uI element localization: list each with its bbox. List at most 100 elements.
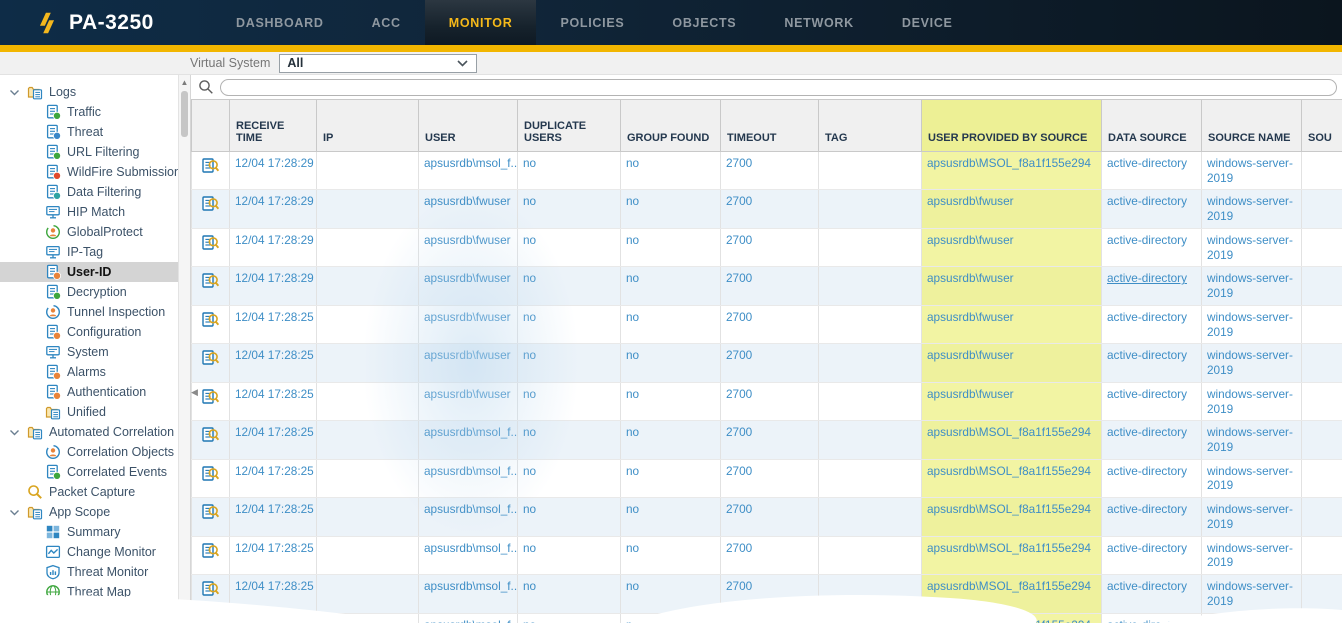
sidebar-item-tunnel-inspection[interactable]: Tunnel Inspection (0, 302, 178, 322)
tree-expand-chevron-icon[interactable] (9, 87, 20, 98)
cell-source-name: windows-server-2019 (1202, 498, 1302, 536)
log-detail-icon[interactable] (202, 427, 220, 443)
sidebar-item-data-filtering[interactable]: Data Filtering (0, 182, 178, 202)
column-header-sou[interactable]: SOU (1302, 100, 1342, 152)
cell-sou (1302, 421, 1342, 459)
cell-duplicate-users: no (518, 613, 621, 623)
tab-objects[interactable]: OBJECTS (648, 0, 760, 45)
sidebar-collapse-handle[interactable]: ◀ (191, 381, 199, 403)
sidebar-item-decryption[interactable]: Decryption (0, 282, 178, 302)
log-detail-icon[interactable] (202, 504, 220, 520)
tab-dashboard[interactable]: DASHBOARD (212, 0, 348, 45)
column-header-detail[interactable] (192, 100, 230, 152)
sidebar-item-alarms[interactable]: Alarms (0, 362, 178, 382)
cell-user: apsusrdb\fwuser (419, 190, 518, 228)
data-source-value[interactable]: active-directory (1107, 464, 1187, 478)
sidebar-item-packet-capture[interactable]: Packet Capture (0, 482, 178, 502)
data-source-value[interactable]: active-directory (1107, 502, 1187, 516)
sidebar-item-logs[interactable]: Logs (0, 82, 178, 102)
sidebar-item-authentication[interactable]: Authentication (0, 382, 178, 402)
sidebar-item-app-scope[interactable]: App Scope (0, 502, 178, 522)
tab-monitor[interactable]: MONITOR (425, 0, 537, 45)
sidebar-item-globalprotect[interactable]: GlobalProtect (0, 222, 178, 242)
data-source-value[interactable]: active-directory (1107, 271, 1187, 285)
column-header-group-found[interactable]: GROUP FOUND (621, 100, 721, 152)
sidebar-item-change-monitor[interactable]: Change Monitor (0, 542, 178, 562)
sidebar-item-hip-match[interactable]: HIP Match (0, 202, 178, 222)
scrollbar-thumb[interactable] (181, 91, 188, 137)
scrollbar-up-arrow[interactable]: ▲ (179, 75, 190, 89)
sidebar-item-traffic[interactable]: Traffic (0, 102, 178, 122)
sidebar-item-configuration[interactable]: Configuration (0, 322, 178, 342)
column-header-receive-time[interactable]: RECEIVE TIME (230, 100, 317, 152)
sidebar-item-automated-correlation-eng[interactable]: Automated Correlation Eng (0, 422, 178, 442)
sidebar-item-label: Correlated Events (67, 465, 167, 479)
sidebar-item-url-filtering[interactable]: URL Filtering (0, 142, 178, 162)
sidebar-item-unified[interactable]: Unified (0, 402, 178, 422)
sidebar-item-label: HIP Match (67, 205, 125, 219)
column-header-user[interactable]: USER (419, 100, 518, 152)
cell-data-source: active-directory (1102, 575, 1202, 613)
sidebar-item-wildfire-submissions[interactable]: WildFire Submissions (0, 162, 178, 182)
log-detail-icon[interactable] (202, 620, 220, 623)
data-source-value[interactable]: active-directory (1107, 618, 1187, 623)
log-detail-icon[interactable] (202, 158, 220, 174)
cell-detail (192, 498, 230, 536)
sidebar-item-ip-tag[interactable]: IP-Tag (0, 242, 178, 262)
log-detail-icon[interactable] (202, 350, 220, 366)
hip-match-icon (45, 204, 61, 220)
sidebar-item-system[interactable]: System (0, 342, 178, 362)
cell-group-found: no (621, 575, 721, 613)
data-source-value[interactable]: active-directory (1107, 579, 1187, 593)
column-header-user-by-source[interactable]: USER PROVIDED BY SOURCE (922, 100, 1102, 152)
data-source-value[interactable]: active-directory (1107, 310, 1187, 324)
tab-network[interactable]: NETWORK (760, 0, 877, 45)
tab-acc[interactable]: ACC (348, 0, 425, 45)
virtual-system-select[interactable]: All (279, 54, 477, 73)
sidebar-item-threat-map[interactable]: Threat Map (0, 582, 178, 602)
log-detail-icon[interactable] (202, 581, 220, 597)
column-header-data-source[interactable]: DATA SOURCE (1102, 100, 1202, 152)
column-header-duplicate-users[interactable]: DUPLICATE USERS (518, 100, 621, 152)
cell-duplicate-users: no (518, 575, 621, 613)
sidebar-item-user-id[interactable]: User-ID (0, 262, 178, 282)
data-source-value[interactable]: active-directory (1107, 425, 1187, 439)
cell-ip (317, 152, 419, 190)
log-detail-icon[interactable] (202, 312, 220, 328)
sidebar-item-correlation-objects[interactable]: Correlation Objects (0, 442, 178, 462)
data-source-value[interactable]: active-directory (1107, 194, 1187, 208)
sidebar-item-correlated-events[interactable]: Correlated Events (0, 462, 178, 482)
cell-data-source: active-directory (1102, 267, 1202, 305)
data-source-value[interactable]: active-directory (1107, 233, 1187, 247)
data-source-value[interactable]: active-directory (1107, 156, 1187, 170)
cell-sou (1302, 267, 1342, 305)
log-detail-icon[interactable] (202, 273, 220, 289)
sidebar-item-threat[interactable]: Threat (0, 122, 178, 142)
log-detail-icon[interactable] (202, 235, 220, 251)
correlated-events-icon (45, 464, 61, 480)
sidebar-item-label: Authentication (67, 385, 146, 399)
tree-expand-chevron-icon[interactable] (9, 507, 20, 518)
tab-device[interactable]: DEVICE (878, 0, 977, 45)
data-source-value[interactable]: active-directory (1107, 348, 1187, 362)
correlation-objects-icon (45, 444, 61, 460)
ip-tag-icon (45, 244, 61, 260)
tab-policies[interactable]: POLICIES (536, 0, 648, 45)
column-header-timeout[interactable]: TIMEOUT (721, 100, 819, 152)
log-query-input[interactable] (220, 79, 1337, 96)
data-source-value[interactable]: active-directory (1107, 541, 1187, 555)
sidebar-item-threat-monitor[interactable]: Threat Monitor (0, 562, 178, 582)
log-detail-icon[interactable] (202, 196, 220, 212)
sidebar-item-summary[interactable]: Summary (0, 522, 178, 542)
column-header-ip[interactable]: IP (317, 100, 419, 152)
log-detail-icon[interactable] (202, 389, 220, 405)
sidebar-item-label: Threat (67, 125, 103, 139)
log-detail-icon[interactable] (202, 543, 220, 559)
data-source-value[interactable]: active-directory (1107, 387, 1187, 401)
decryption-icon (45, 284, 61, 300)
column-header-tag[interactable]: TAG (819, 100, 922, 152)
column-header-source-name[interactable]: SOURCE NAME (1202, 100, 1302, 152)
log-detail-icon[interactable] (202, 466, 220, 482)
tree-expand-chevron-icon[interactable] (9, 427, 20, 438)
cell-ip (317, 498, 419, 536)
